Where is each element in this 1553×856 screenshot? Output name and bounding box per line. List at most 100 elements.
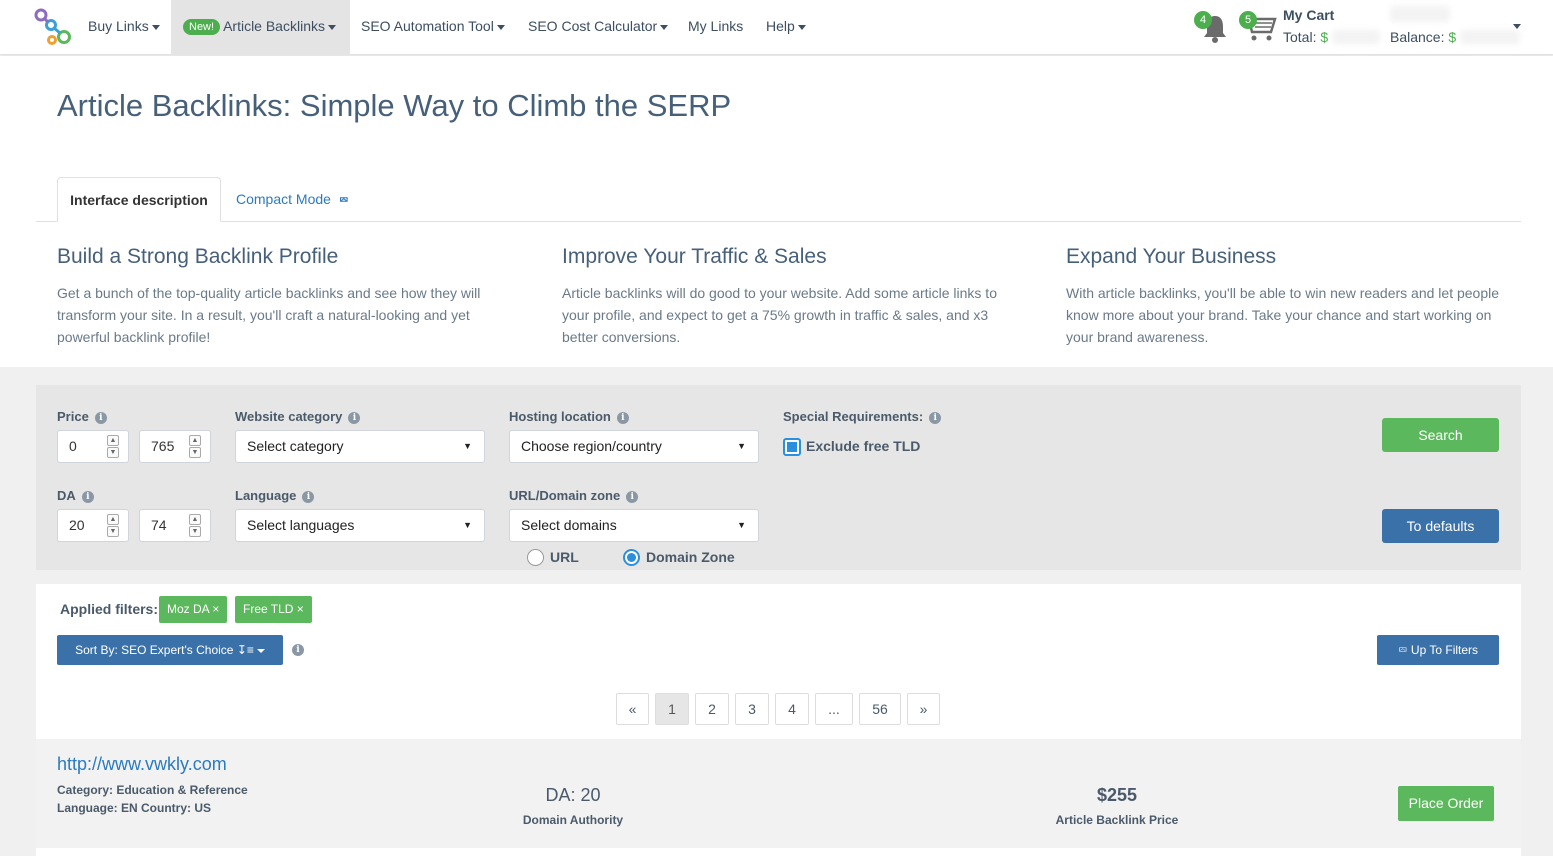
nav-buy-links[interactable]: Buy Links — [88, 0, 160, 55]
domain-zone-filter-label: URL/Domain zone i — [509, 488, 639, 503]
listing-price-caption: Article Backlink Price — [1055, 813, 1179, 827]
cart-total: Total: $ — [1283, 29, 1381, 45]
pagination-page-4[interactable]: 4 — [775, 693, 809, 725]
nav-article-backlinks[interactable]: New! Article Backlinks — [171, 0, 350, 55]
chevron-down-icon — [496, 24, 505, 30]
nav-seo-automation[interactable]: SEO Automation Tool — [361, 0, 505, 55]
place-order-button[interactable]: Place Order — [1398, 786, 1494, 821]
pagination-page-56[interactable]: 56 — [859, 693, 901, 725]
chevron-down-icon — [327, 24, 336, 30]
price-max-value: 765 — [151, 438, 175, 454]
info-icon[interactable]: i — [348, 412, 361, 424]
da-min-stepper[interactable]: ▲ ▼ — [107, 514, 119, 538]
up-to-filters-button[interactable]: ⮹ Up To Filters — [1377, 635, 1499, 665]
price-max-stepper[interactable]: ▲ ▼ — [189, 435, 201, 459]
feature-text: Article backlinks will do good to your w… — [562, 285, 997, 345]
domain-zone-select[interactable]: Select domains ▼ — [509, 509, 759, 542]
da-filter-label: DA i — [57, 488, 94, 503]
tab-interface-description[interactable]: Interface description — [57, 177, 221, 222]
double-chevron-up-icon: ⮹ — [338, 193, 349, 207]
notifications-count-badge: 4 — [1194, 11, 1212, 29]
dropdown-arrow-icon: ▼ — [737, 441, 746, 451]
tabs-divider — [36, 221, 1521, 222]
top-navbar: Buy Links New! Article Backlinks SEO Auto… — [0, 0, 1553, 55]
feature-column-expand-business: Expand Your Business With article backli… — [1066, 245, 1506, 348]
language-select[interactable]: Select languages ▼ — [235, 509, 485, 542]
chevron-down-icon — [256, 648, 265, 653]
listing-site-url[interactable]: http://www.vwkly.com — [57, 754, 227, 775]
da-max-input[interactable]: 74 ▲ ▼ — [139, 509, 211, 542]
nav-my-links[interactable]: My Links — [688, 0, 743, 55]
tab-compact-mode-label: Compact Mode — [236, 191, 331, 207]
total-label: Total: — [1283, 29, 1317, 45]
search-button[interactable]: Search — [1382, 418, 1499, 452]
info-icon[interactable]: i — [292, 644, 304, 656]
sort-descending-icon: ↧≡ — [236, 643, 254, 657]
chevron-down-icon — [797, 24, 806, 30]
dropdown-arrow-icon: ▼ — [463, 520, 472, 530]
radio-domain-zone[interactable] — [623, 549, 640, 566]
account-name-redacted[interactable] — [1390, 6, 1450, 22]
balance-label: Balance: — [1390, 29, 1445, 45]
category-select[interactable]: Select category ▼ — [235, 430, 485, 463]
to-defaults-button[interactable]: To defaults — [1382, 509, 1499, 543]
filter-chip-free-tld[interactable]: Free TLD × — [235, 596, 312, 623]
pagination-prev[interactable]: « — [616, 693, 649, 725]
filter-chip-moz-da[interactable]: Moz DA × — [159, 596, 228, 623]
domain-zone-select-value: Select domains — [521, 517, 617, 533]
radio-url[interactable] — [527, 549, 544, 566]
info-icon[interactable]: i — [302, 491, 315, 503]
radio-url-label[interactable]: URL — [550, 549, 579, 565]
nav-article-backlinks-label: Article Backlinks — [223, 18, 325, 34]
hosting-select[interactable]: Choose region/country ▼ — [509, 430, 759, 463]
nav-help-label: Help — [766, 18, 795, 34]
info-icon[interactable]: i — [81, 491, 94, 503]
pagination-page-1[interactable]: 1 — [655, 693, 689, 725]
price-min-stepper[interactable]: ▲ ▼ — [107, 435, 119, 459]
total-currency: $ — [1320, 29, 1329, 45]
exclude-free-tld-checkbox[interactable] — [783, 438, 801, 456]
page-title: Article Backlinks: Simple Way to Climb t… — [57, 88, 732, 123]
feature-text: Get a bunch of the top-quality article b… — [57, 285, 481, 345]
account-chevron-down-icon[interactable] — [1513, 24, 1521, 29]
listing-row — [36, 739, 1521, 848]
price-min-input[interactable]: 0 ▲ ▼ — [57, 430, 129, 463]
category-filter-label: Website category i — [235, 409, 361, 424]
pagination-page-3[interactable]: 3 — [735, 693, 769, 725]
feature-column-traffic-sales: Improve Your Traffic & Sales Article bac… — [562, 245, 1002, 348]
hosting-filter-label: Hosting location i — [509, 409, 629, 424]
info-icon[interactable]: i — [929, 412, 942, 424]
da-min-input[interactable]: 20 ▲ ▼ — [57, 509, 129, 542]
info-icon[interactable]: i — [94, 412, 107, 424]
next-listing-row — [36, 848, 1521, 856]
category-select-value: Select category — [247, 438, 344, 454]
double-chevron-up-icon: ⮹ — [1397, 643, 1408, 657]
nav-seo-cost-calculator[interactable]: SEO Cost Calculator — [528, 0, 669, 55]
feature-heading: Expand Your Business — [1066, 245, 1277, 268]
cart-count-badge: 5 — [1239, 11, 1257, 29]
hosting-select-value: Choose region/country — [521, 438, 662, 454]
sort-dropdown-button[interactable]: Sort By: SEO Expert's Choice ↧≡ — [57, 635, 283, 665]
price-max-input[interactable]: 765 ▲ ▼ — [139, 430, 211, 463]
nav-help[interactable]: Help — [766, 0, 806, 55]
nav-buy-links-label: Buy Links — [88, 18, 149, 34]
tab-compact-mode[interactable]: Compact Mode ⮹ — [236, 191, 349, 208]
info-icon[interactable]: i — [616, 412, 629, 424]
exclude-free-tld-label[interactable]: Exclude free TLD — [806, 438, 920, 454]
pagination-next[interactable]: » — [907, 693, 940, 725]
feature-heading: Build a Strong Backlink Profile — [57, 245, 339, 268]
site-logo[interactable] — [34, 8, 74, 46]
feature-heading: Improve Your Traffic & Sales — [562, 245, 827, 268]
pagination-page-2[interactable]: 2 — [695, 693, 729, 725]
price-min-value: 0 — [69, 438, 77, 454]
info-icon[interactable]: i — [626, 491, 639, 503]
total-amount-redacted — [1332, 30, 1381, 44]
da-min-value: 20 — [69, 517, 85, 533]
special-requirements-label: Special Requirements: i — [783, 409, 942, 424]
balance-currency: $ — [1448, 29, 1457, 45]
chevron-down-icon — [660, 24, 669, 30]
da-max-stepper[interactable]: ▲ ▼ — [189, 514, 201, 538]
my-cart-link[interactable]: My Cart — [1283, 7, 1334, 23]
listing-language-country: Language: EN Country: US — [57, 801, 212, 815]
radio-domain-zone-label[interactable]: Domain Zone — [646, 549, 735, 565]
